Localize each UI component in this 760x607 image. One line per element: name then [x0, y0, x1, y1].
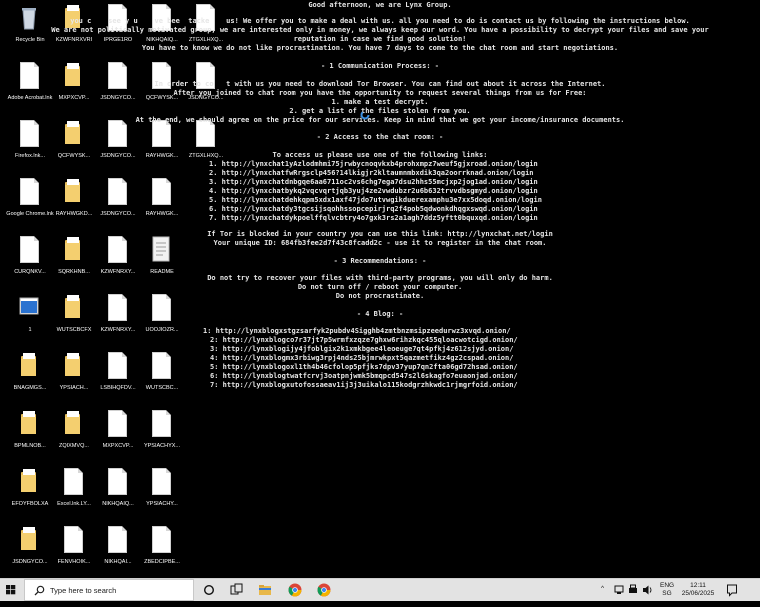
taskbar: Type here to search ^ ENG SG 12:11 25/06… — [0, 578, 760, 601]
blog-link[interactable]: 3: http://lynxblogijy4jfoblgix2k1xmkbgee… — [210, 345, 513, 353]
note-line: To access us please use one of the follo… — [272, 151, 488, 159]
ransom-note: Good afternoon, we are Lynx Group. you c… — [0, 0, 760, 578]
notification-center-icon[interactable] — [725, 579, 739, 601]
note-intro-line: reputation in case we find good solution… — [293, 35, 467, 43]
search-placeholder: Type here to search — [50, 586, 117, 595]
note-line: Do not procrastinate. — [335, 292, 425, 300]
file-explorer-icon[interactable] — [256, 579, 274, 601]
section-title-recommendations: - 3 Recommendations: - — [333, 257, 427, 265]
clock[interactable]: 12:11 25/06/2025 — [680, 582, 716, 604]
start-button[interactable] — [0, 579, 22, 601]
language-code: ENG — [660, 582, 675, 589]
blog-link[interactable]: 2: http://lynxblogco7r37jt7p5wrmfxzqze7g… — [210, 336, 518, 344]
unique-id-line: Your unique ID: 684fb3fee2d7f43c8fcadd2c… — [213, 239, 547, 247]
chat-link[interactable]: 4. http://lynxchatbykq2vqcvqrtjqb3yuj4ze… — [209, 187, 538, 195]
note-line: 2. get a list of the files stolen from y… — [289, 107, 471, 115]
chat-link[interactable]: 7. http://lynxchatdykpoelffqlvcbtry4o7gx… — [209, 214, 538, 222]
note-intro-line: You have to know we do not like procrast… — [141, 44, 619, 52]
blog-link[interactable]: 1: http://lynxblogxstgzsarfyk2pubdv4Sigg… — [203, 327, 511, 335]
chat-link[interactable]: 3. http://lynxchatdnbgqe6aa6711oc2vs6chg… — [209, 178, 538, 186]
chat-link[interactable]: 6. http://lynxchatdy3tgcsijsqohhssopcepi… — [209, 205, 538, 213]
note-line: Do not try to recover your files with th… — [207, 274, 553, 282]
region-code: SG — [662, 590, 672, 597]
note-line: Do not turn off / reboot your computer. — [297, 283, 463, 291]
cortana-icon[interactable] — [201, 579, 217, 601]
windows-logo-icon — [6, 585, 16, 595]
chrome-icon[interactable] — [286, 579, 304, 601]
blog-link[interactable]: 6: http://lynxblogtwatfcrvj3oatpnjwmk5bm… — [210, 372, 518, 380]
blog-link[interactable]: 7: http://lynxblogxutofossaeav1ij3j3uika… — [210, 381, 518, 389]
search-icon — [34, 585, 45, 596]
desktop: Recycle Bin KZWFNRXVRI IPRGE1RO NIKHQAIQ...… — [0, 0, 760, 578]
note-intro-line: you c see y u ve bee tacke us! We offer … — [70, 17, 690, 25]
network-icon[interactable] — [613, 579, 625, 601]
clock-time: 12:11 — [690, 582, 706, 589]
tor-blocked-line: If Tor is blocked in your country you ca… — [207, 230, 553, 238]
task-view-icon[interactable] — [228, 579, 244, 601]
language-indicator[interactable]: ENG SG — [660, 582, 674, 604]
note-line: After you joined to chat room you have t… — [173, 89, 587, 97]
volume-icon[interactable] — [641, 579, 653, 601]
taskbar-search-box[interactable]: Type here to search — [24, 579, 194, 601]
printer-icon[interactable] — [627, 579, 639, 601]
chat-link[interactable]: 2. http://lynxchatfwRrgsclp456?14lkigjr2… — [209, 169, 534, 177]
note-line: At the end, we should agree on the price… — [135, 116, 625, 124]
note-greeting: Good afternoon, we are Lynx Group. — [308, 1, 452, 9]
blog-link[interactable]: 5: http://lynxblogoxl1th4b46cfolop5pfjks… — [210, 363, 518, 371]
chat-link[interactable]: 5. http://lynxchatdehkqpm5xdx1axf47jdo7u… — [209, 196, 542, 204]
section-title-blog: - 4 Blog: - — [356, 310, 404, 318]
section-title-chat-access: - 2 Access to the chat room: - — [316, 133, 444, 141]
note-intro-line: We are not politically motivated group, … — [51, 26, 709, 34]
note-line: In order to co t with us you need to dow… — [154, 80, 606, 88]
note-line: 1. make a test decrypt. — [331, 98, 429, 106]
section-title-communication: - 1 Communication Process: - — [320, 62, 439, 70]
busy-cursor-icon — [360, 110, 370, 120]
show-hidden-icons-chevron-icon[interactable]: ^ — [601, 585, 604, 607]
chrome-icon[interactable] — [315, 579, 333, 601]
chat-link[interactable]: 1. http://lynxchat1yAzlodmhmi75jrwbycnoq… — [209, 160, 538, 168]
clock-date: 25/06/2025 — [681, 590, 715, 597]
blog-link[interactable]: 4: http://lynxblogmx3rbiwg3rpj4nds25bjmr… — [210, 354, 513, 362]
